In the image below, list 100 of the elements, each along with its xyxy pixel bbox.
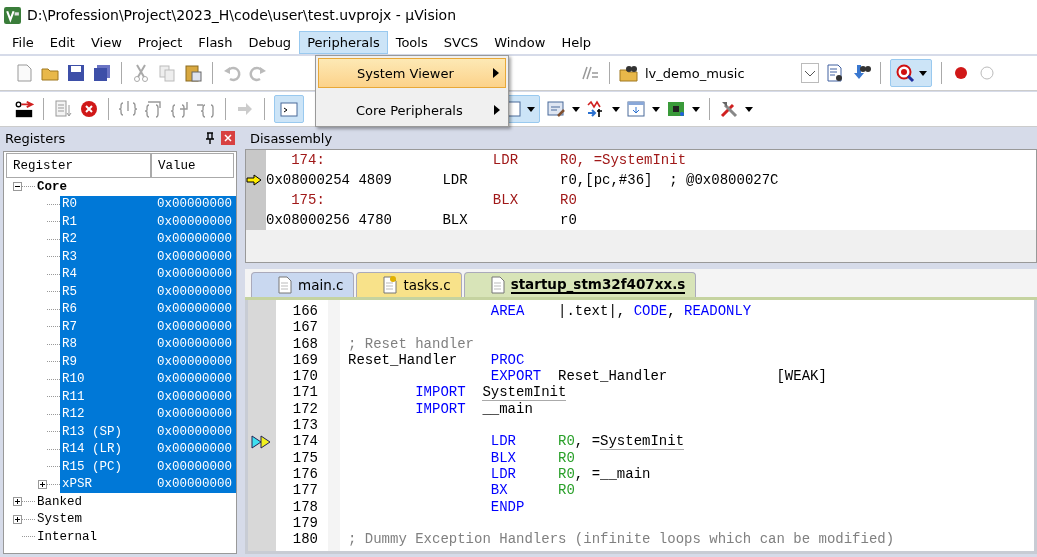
- register-value: 0x00000000: [157, 337, 233, 352]
- save-icon[interactable]: [66, 63, 86, 83]
- tree-toggle-icon[interactable]: [13, 497, 22, 507]
- line-number: 177: [291, 482, 319, 499]
- tree-item[interactable]: Core: [35, 179, 67, 194]
- line-number: 179: [291, 514, 319, 532]
- save-all-icon[interactable]: [92, 63, 112, 83]
- reset-icon[interactable]: [14, 99, 34, 119]
- window-title: D:\Profession\Project\2023_H\code\user\test.uvprojx - µVision: [27, 7, 457, 23]
- execution-marker-icon: [251, 434, 273, 449]
- file-tab[interactable]: main.c: [251, 272, 355, 297]
- current-line-arrow-icon: [246, 174, 262, 186]
- code-line: IMPORT __main: [414, 400, 533, 417]
- disassembly-line: 174: LDR R0, =SystemInit: [290, 152, 687, 168]
- menu-item[interactable]: Window: [486, 30, 554, 54]
- step-over-icon[interactable]: [144, 99, 164, 119]
- file-tab[interactable]: tasks.c: [356, 272, 462, 297]
- menu-item[interactable]: Debug: [240, 30, 300, 54]
- column-header[interactable]: Register: [6, 153, 151, 178]
- register-value: 0x00000000: [157, 214, 233, 229]
- menu-item[interactable]: Edit: [41, 30, 83, 54]
- command-window-icon: [279, 99, 299, 119]
- register-row[interactable]: R0 0x00000000: [60, 195, 236, 213]
- register-value: 0x00000000: [157, 249, 233, 264]
- tree-toggle-icon[interactable]: [13, 514, 22, 524]
- register-row[interactable]: R13 (SP) 0x00000000: [60, 423, 236, 441]
- panel-title: Registers: [5, 130, 66, 146]
- line-number: 166: [291, 303, 319, 320]
- tree-item[interactable]: Internal: [35, 529, 97, 544]
- submenu-arrow-icon: [493, 68, 499, 78]
- code-line: IMPORT SystemInit: [414, 384, 567, 402]
- code-line: BLX R0: [489, 449, 575, 466]
- register-value: 0x00000000: [157, 442, 233, 457]
- register-value: 0x00000000: [157, 459, 233, 474]
- register-value: 0x00000000: [157, 354, 233, 369]
- tools-icon[interactable]: [719, 99, 739, 119]
- register-row[interactable]: R1 0x00000000: [60, 213, 236, 231]
- close-icon[interactable]: [221, 131, 235, 145]
- paste-icon[interactable]: [183, 63, 203, 83]
- find-document-icon[interactable]: [825, 63, 845, 83]
- file-icon: [490, 276, 505, 294]
- menu-item[interactable]: Project: [129, 30, 191, 54]
- menu-item[interactable]: Help: [553, 30, 600, 54]
- code-line: ENDP: [489, 498, 526, 515]
- line-number: 175: [291, 449, 319, 466]
- tree-item[interactable]: System: [35, 512, 82, 527]
- line-number: 171: [291, 384, 319, 401]
- register-row[interactable]: R7 0x00000000: [60, 318, 236, 336]
- register-name: R10: [61, 372, 86, 387]
- file-icon: [383, 276, 398, 294]
- register-row[interactable]: R3 0x00000000: [60, 248, 236, 266]
- caret-icon[interactable]: [572, 106, 580, 112]
- tree-toggle-icon[interactable]: [13, 182, 22, 192]
- chip-board-icon[interactable]: [666, 99, 686, 119]
- menu-item[interactable]: Tools: [387, 30, 436, 54]
- register-value: 0x00000000: [157, 477, 233, 492]
- disassembly-line: 175: BLX R0: [290, 192, 577, 208]
- disassembly-line: 0x08000256 4780 BLX r0: [266, 212, 577, 228]
- menu-item[interactable]: SVCS: [435, 30, 487, 54]
- submenu-arrow-icon: [494, 105, 500, 115]
- debug-magnifier-icon: [895, 63, 915, 83]
- register-value: 0x00000000: [157, 302, 233, 317]
- disassembly-line: 0x08000254 4809 LDR r0,[pc,#36] ; @0x0800027C: [266, 172, 779, 188]
- step-out-icon[interactable]: [170, 99, 190, 119]
- register-value: 0x00000000: [157, 407, 233, 422]
- stop-icon[interactable]: [79, 99, 99, 119]
- register-row[interactable]: R11 0x00000000: [60, 388, 236, 406]
- menu-item[interactable]: File: [4, 30, 42, 54]
- panel-title: Disassembly: [250, 130, 333, 146]
- binoculars-folder-icon[interactable]: [619, 63, 639, 83]
- register-row[interactable]: R5 0x00000000: [60, 283, 236, 301]
- caret-icon[interactable]: [652, 106, 660, 112]
- caret-icon[interactable]: [612, 106, 620, 112]
- pin-icon[interactable]: [205, 132, 215, 144]
- serial-window-icon[interactable]: [546, 99, 566, 119]
- debug-session-button[interactable]: [890, 59, 932, 87]
- register-name: R3: [61, 249, 78, 264]
- menu-item[interactable]: View: [82, 30, 130, 54]
- caret-icon[interactable]: [745, 106, 753, 112]
- line-number: 173: [291, 417, 319, 434]
- line-number: 172: [291, 400, 319, 418]
- code-comment: ; Dummy Exception Handlers (infinite loops which can be modified): [348, 531, 895, 548]
- menu-item[interactable]: Peripherals: [299, 30, 388, 54]
- code-line: EXPORT Reset_Handler [WEAK]: [489, 368, 827, 385]
- menu-option[interactable]: System Viewer: [318, 58, 506, 88]
- tree-item[interactable]: Banked: [35, 494, 82, 509]
- register-value: 0x00000000: [157, 267, 233, 282]
- tree-toggle-icon[interactable]: [38, 479, 47, 489]
- column-header[interactable]: Value: [151, 153, 234, 178]
- step-into-icon[interactable]: [118, 99, 138, 119]
- register-row[interactable]: R9 0x00000000: [60, 353, 236, 371]
- caret-icon[interactable]: [692, 106, 700, 112]
- menu-item[interactable]: Flash: [190, 30, 241, 54]
- line-number: 180: [291, 531, 319, 548]
- register-name: xPSR: [61, 477, 93, 492]
- line-number: 178: [291, 498, 319, 515]
- file-tab[interactable]: startup_stm32f407xx.s: [463, 272, 697, 297]
- dropdown-caret-icon[interactable]: [801, 63, 819, 83]
- menu-option[interactable]: Core Peripherals: [318, 96, 506, 124]
- register-row[interactable]: R15 (PC) 0x00000000: [60, 458, 236, 476]
